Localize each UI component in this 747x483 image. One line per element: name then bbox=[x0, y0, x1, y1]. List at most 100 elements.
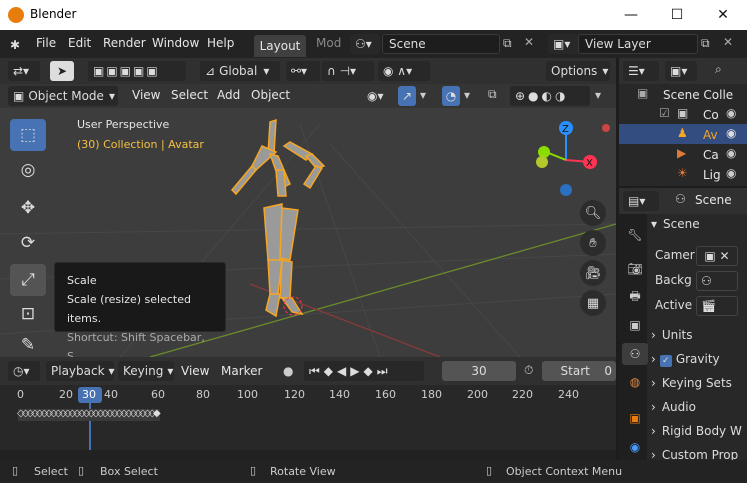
background-field[interactable]: ⚇ bbox=[696, 271, 738, 291]
playback-menu[interactable]: Playback ▾ bbox=[46, 361, 115, 381]
timeline-menu-view[interactable]: View bbox=[181, 364, 209, 378]
gizmo-neg-z[interactable] bbox=[560, 184, 572, 196]
close-button[interactable]: ✕ bbox=[700, 0, 746, 30]
new-view-layer-icon[interactable]: ⧉ bbox=[701, 36, 710, 51]
search-icon[interactable]: ⌕ bbox=[715, 62, 722, 77]
display-mode-icon[interactable]: ▣▾ bbox=[665, 61, 697, 81]
delete-view-layer-icon[interactable]: ✕ bbox=[723, 35, 733, 49]
menu-window[interactable]: Window bbox=[152, 36, 199, 50]
tweak-select-tool-icon[interactable]: ⬚ bbox=[10, 119, 46, 151]
rotate-tool-icon[interactable]: ⟳ bbox=[10, 227, 46, 259]
navigation-gizmo[interactable]: Z X bbox=[520, 114, 610, 204]
delete-scene-icon[interactable]: ✕ bbox=[524, 35, 534, 49]
xray-toggle-icon[interactable]: ⧉ bbox=[488, 87, 497, 102]
scene-browse-icon[interactable]: ⚇▾ bbox=[350, 34, 380, 54]
active-clip-field[interactable]: 🎬︎ bbox=[696, 296, 738, 316]
blender-menu-icon[interactable]: ✱ bbox=[10, 38, 26, 52]
scale-tool-icon[interactable]: ⤢ bbox=[10, 264, 46, 296]
scene-name-field[interactable]: Scene bbox=[382, 34, 500, 54]
outliner-item-light[interactable]: Lig bbox=[703, 168, 721, 182]
menu-edit[interactable]: Edit bbox=[68, 36, 91, 50]
keying-sets-section[interactable]: › Keying Sets bbox=[651, 376, 747, 396]
selection-mode-icons[interactable]: ▣▣▣▣▣ bbox=[88, 61, 186, 81]
perspective-toggle-icon[interactable]: ▦ bbox=[580, 290, 606, 316]
eye-icon[interactable]: ◉ bbox=[726, 126, 736, 140]
shading-mode-icons[interactable]: ⊕●◐◑ bbox=[510, 86, 590, 106]
outliner-editor-icon[interactable]: ☰▾ bbox=[623, 61, 659, 81]
viewport-menu-object[interactable]: Object bbox=[251, 88, 290, 102]
options-dropdown[interactable]: Options ▾ bbox=[546, 61, 610, 81]
keying-menu[interactable]: Keying ▾ bbox=[118, 361, 174, 381]
gizmo-y-axis[interactable] bbox=[538, 146, 550, 158]
menu-help[interactable]: Help bbox=[207, 36, 234, 50]
chevron-down-icon[interactable]: ▾ bbox=[420, 88, 426, 102]
camera-view-icon[interactable]: 🎥︎ bbox=[580, 260, 606, 286]
rigid-body-world-section[interactable]: › Rigid Body W bbox=[651, 424, 747, 444]
transform-tool-icon[interactable]: ⊡ bbox=[10, 298, 46, 330]
audio-section[interactable]: › Audio bbox=[651, 400, 747, 420]
armature-avatar[interactable] bbox=[230, 118, 326, 318]
overlays-toggle-icon[interactable]: ◔ bbox=[442, 86, 460, 106]
scene-tab-icon[interactable]: ⚇ bbox=[622, 343, 648, 365]
viewport-menu-add[interactable]: Add bbox=[217, 88, 240, 102]
annotate-tool-icon[interactable]: ✎ bbox=[10, 334, 46, 356]
gravity-section[interactable]: › ✓ Gravity bbox=[651, 352, 747, 372]
tool-tab-icon[interactable]: 🔧︎ bbox=[622, 224, 648, 246]
object-tab-icon[interactable]: ▣ bbox=[622, 407, 648, 429]
outliner-item-avatar[interactable]: Av bbox=[703, 128, 718, 142]
render-tab-icon[interactable]: 📷︎ bbox=[622, 258, 648, 280]
move-tool-icon[interactable]: ✥ bbox=[10, 192, 46, 224]
stopwatch-icon[interactable]: ⏱ bbox=[524, 363, 533, 378]
transform-orientation-dropdown[interactable]: ⊿ Global ▾ bbox=[200, 61, 280, 81]
new-scene-icon[interactable]: ⧉ bbox=[503, 36, 512, 51]
camera-field[interactable]: ▣ ✕ bbox=[696, 246, 738, 266]
current-frame-field[interactable]: 30 bbox=[442, 361, 516, 381]
zoom-icon[interactable]: 🔍︎ bbox=[580, 200, 606, 226]
timeline-editor[interactable]: ◷▾ Playback ▾ Keying ▾ View Marker ● ⏮◆◀▶◆… bbox=[0, 357, 616, 460]
editor-type-clock-icon[interactable]: ◷▾ bbox=[8, 361, 40, 381]
scene-panel-header[interactable]: ▾ Scene bbox=[651, 217, 747, 237]
custom-properties-section[interactable]: › Custom Prop bbox=[651, 448, 747, 460]
timeline-scrollbar[interactable] bbox=[0, 450, 616, 460]
eye-icon[interactable]: ◉ bbox=[726, 106, 736, 120]
view-layer-tab-icon[interactable]: ▣ bbox=[622, 314, 648, 336]
start-frame-field[interactable]: Start 0 bbox=[542, 361, 616, 381]
cursor-tool-icon[interactable]: ◎ bbox=[10, 154, 46, 186]
record-icon[interactable]: ● bbox=[283, 364, 293, 378]
view-layer-browse-icon[interactable]: ▣▾ bbox=[548, 34, 578, 54]
pan-hand-icon[interactable]: ✋︎ bbox=[580, 230, 606, 256]
menu-file[interactable]: File bbox=[36, 36, 56, 50]
eye-icon[interactable]: ◉ bbox=[726, 146, 736, 160]
playback-controls-icons[interactable]: ⏮◆◀▶◆⏭ bbox=[304, 361, 424, 381]
chevron-down-icon[interactable]: ▾ bbox=[464, 88, 470, 102]
visibility-icon[interactable]: ◉▾ bbox=[362, 86, 392, 106]
view-layer-field[interactable]: View Layer bbox=[578, 34, 698, 54]
properties-editor-icon[interactable]: ▤▾ bbox=[623, 191, 659, 211]
timeline-menu-marker[interactable]: Marker bbox=[221, 364, 262, 378]
menu-render[interactable]: Render bbox=[103, 36, 146, 50]
outliner-panel[interactable]: ☰▾ ▣▾ ⌕ ▣ Scene Colle ☑ ▣ Co ◉ ♟ Av ◉ ▶ … bbox=[619, 58, 747, 186]
outliner-item-scene-collection[interactable]: Scene Colle bbox=[663, 88, 733, 102]
outliner-item-camera[interactable]: Ca bbox=[703, 148, 719, 162]
gravity-checkbox[interactable]: ✓ bbox=[659, 355, 672, 367]
transform-pivot-icon[interactable]: ⇄▾ bbox=[8, 61, 40, 81]
maximize-button[interactable]: ☐ bbox=[654, 0, 700, 30]
proportional-edit-icon[interactable]: ◉ ∧▾ bbox=[378, 61, 430, 81]
chevron-down-icon[interactable]: ▾ bbox=[595, 88, 601, 102]
minimize-button[interactable]: — bbox=[608, 0, 654, 30]
tab-modeling[interactable]: Mod bbox=[316, 36, 341, 50]
gizmo-toggle-icon[interactable]: ↗ bbox=[398, 86, 416, 106]
world-tab-icon[interactable]: ◍ bbox=[622, 371, 648, 393]
outliner-item-collection[interactable]: Co bbox=[703, 108, 719, 122]
units-section[interactable]: › Units bbox=[651, 328, 747, 348]
collection-checkbox[interactable]: ☑ bbox=[659, 106, 670, 120]
gizmo-neg-y[interactable] bbox=[536, 156, 548, 168]
eye-icon[interactable]: ◉ bbox=[726, 166, 736, 180]
viewport-menu-view[interactable]: View bbox=[132, 88, 160, 102]
snap-icon[interactable]: ∩ ⊣▾ bbox=[322, 61, 374, 81]
gizmo-neg-x[interactable] bbox=[602, 124, 610, 132]
tab-layout[interactable]: Layout bbox=[254, 35, 306, 57]
viewport-menu-select[interactable]: Select bbox=[171, 88, 208, 102]
keyframe-diamonds[interactable]: ◇◇◇◇◇◇◇◇◇◇◇◇◇◇◇◇◇◇◇◇◇◇◇◇◇◇◇◇◇◆ bbox=[17, 408, 161, 419]
mode-dropdown[interactable]: ▣ Object Mode ▾ bbox=[8, 86, 118, 106]
